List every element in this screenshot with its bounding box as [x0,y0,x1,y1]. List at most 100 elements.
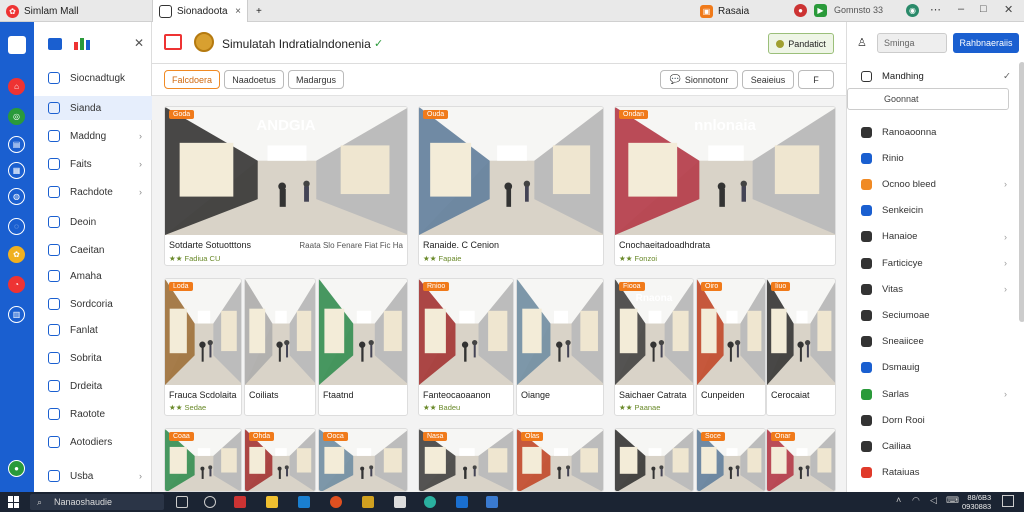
store-card[interactable]: Olas [516,428,604,492]
panel-item-3[interactable]: Ocnoo bleed › [847,172,1017,196]
panel-item-13[interactable]: Cailiaa [847,434,1017,458]
store-card[interactable]: Oiro Cunpeiden [696,278,766,416]
filter-chip-3[interactable]: Madargus [288,70,344,89]
grid-icon[interactable] [8,36,26,54]
tray-arrow-icon[interactable]: ˄ [896,495,901,505]
rail-box-icon[interactable]: ▥ [8,306,25,323]
rail-apps-icon[interactable]: ◍ [8,188,25,205]
panel-item-6[interactable]: Farticicye › [847,251,1017,275]
extension-item[interactable]: ▣ Rasaia [694,0,755,22]
sidebar-item-15[interactable]: Usba › [34,464,152,488]
sidebar-item-6[interactable]: Deoin [34,210,152,234]
tool-chip-2[interactable]: Seaieius [742,70,794,89]
sidebar-item-5[interactable]: Rachdote › [34,180,152,204]
minimize-icon[interactable]: – [958,3,964,15]
store-card[interactable]: Ftaatnd [318,278,408,416]
more-icon[interactable]: ⋯ [930,3,941,16]
store-card[interactable] [614,428,694,492]
store-card[interactable]: Oiange [516,278,604,416]
browser-tab[interactable]: Sionadoota × [152,0,248,22]
network-icon[interactable]: ◠ [912,495,920,506]
panel-scrollbar[interactable] [1019,62,1024,322]
sidebar-item-7[interactable]: Caeitan [34,238,152,262]
rail-globe-icon[interactable]: ◌ [8,218,25,235]
maximize-icon[interactable]: □ [980,3,987,15]
close-window-icon[interactable]: ✕ [1004,3,1013,16]
sidebar-close-icon[interactable]: ✕ [134,36,144,50]
store-card[interactable]: Coiliats [244,278,316,416]
panel-item-14[interactable]: Rataiuas [847,461,1017,485]
app8-icon[interactable] [456,496,468,508]
store-card[interactable]: Ouda Ranaide. C Cenion ★★ Fapaie [418,106,604,266]
store-card[interactable]: Ohda [244,428,316,492]
panel-item-4[interactable]: Senkeicin [847,199,1017,223]
store-card[interactable]: Rnioo Fanteocaoaanon ★★ Badeu [418,278,514,416]
panel-item-10[interactable]: Dsmauig [847,356,1017,380]
app3-icon[interactable] [298,496,310,508]
panel-search-input[interactable]: Sminga [877,33,947,53]
app7-icon[interactable] [424,496,436,508]
sidebar-item-2[interactable]: Sianda [34,96,152,120]
panel-item-11[interactable]: Sarlas › [847,382,1017,406]
clock[interactable]: 88/6B3 0930883 [962,493,991,511]
sidebar-item-11[interactable]: Sobrita [34,346,152,370]
store-card[interactable]: Ooca [318,428,408,492]
rail-pin-icon[interactable]: ◔ [8,276,25,293]
cortana-icon[interactable] [204,496,216,508]
app9-icon[interactable] [486,496,498,508]
panel-item-2[interactable]: Rinio [847,146,1017,170]
sidebar-item-3[interactable]: Maddng › [34,124,152,148]
filter-chip-2[interactable]: Naadoetus [224,70,284,89]
app2-icon[interactable] [266,496,278,508]
account-icon[interactable]: ◉ [906,4,919,17]
sidebar-item-8[interactable]: Amaha [34,264,152,288]
sidebar-item-12[interactable]: Drdeita [34,374,152,398]
taskbar-search[interactable]: ⌕ Nanaoshaudie [30,494,164,510]
dropdown-selected[interactable]: Mandhing ✓ [847,64,1024,88]
app1-icon[interactable] [234,496,246,508]
panel-item-8[interactable]: Seciumoae [847,303,1017,327]
app5-icon[interactable] [362,496,374,508]
rail-star-icon[interactable]: ✿ [8,246,25,263]
sidebar-item-10[interactable]: Fanlat [34,318,152,342]
app4-icon[interactable] [330,496,342,508]
user-icon[interactable]: ♙ [857,36,867,49]
panel-item-12[interactable]: Dorn Rooi [847,408,1017,432]
store-card[interactable]: Rnaona Fiooa Saichaer Catrata ★★ Paanae [614,278,694,416]
panel-primary-button[interactable]: Rahbnaeraiis [953,33,1019,53]
play-icon[interactable]: ▶ [814,4,827,17]
panel-item-5[interactable]: Hanaioe › [847,225,1017,249]
rail-chat-icon[interactable]: ▤ [8,136,25,153]
sidebar-item-9[interactable]: Sordcoria [34,292,152,316]
sidebar-item-4[interactable]: Faits › [34,152,152,176]
new-tab-icon[interactable]: + [256,6,262,17]
panel-item-9[interactable]: Sneaiicee [847,330,1017,354]
panel-item-1[interactable]: Ranoaoonna [847,120,1017,144]
store-card[interactable]: Coaa [164,428,242,492]
close-tab-icon[interactable]: × [235,6,241,17]
taskview-icon[interactable] [176,496,188,508]
store-card[interactable]: Nasa [418,428,514,492]
store-card[interactable]: Soce [696,428,766,492]
store-card[interactable]: Loda Frauca Scdolaita ★★ Sedae [164,278,242,416]
dropdown-input[interactable]: Goonnat [847,88,1009,110]
store-card[interactable]: Onar [766,428,836,492]
lang-icon[interactable]: ⌨ [946,495,959,506]
rail-store-icon[interactable]: ◎ [8,108,25,125]
start-icon[interactable] [8,496,20,508]
app6-icon[interactable] [394,496,406,508]
tool-chip-3[interactable]: F [798,70,834,89]
tool-chip-1[interactable]: 💬 Sionnotonr [660,70,738,89]
store-card[interactable]: nnlonaia Ondan Cnochaeitadoadhdrata ★★ Fonz… [614,106,836,266]
rail-settings-icon[interactable]: ● [8,460,25,477]
new-tab-button[interactable]: + [250,0,268,22]
sidebar-item-1[interactable]: Siocnadtugk [34,66,152,90]
rail-home-icon[interactable]: ⌂ [8,78,25,95]
rail-calendar-icon[interactable]: ▦ [8,162,25,179]
sidebar-item-14[interactable]: Aotodiers [34,430,152,454]
store-card[interactable]: Iiuo Cerocaiat [766,278,836,416]
panel-item-7[interactable]: Vitas › [847,277,1017,301]
record-icon[interactable]: ● [794,4,807,17]
filter-chip-1[interactable]: Falcdoera [164,70,220,89]
action-button[interactable]: Pandatict [768,33,834,54]
